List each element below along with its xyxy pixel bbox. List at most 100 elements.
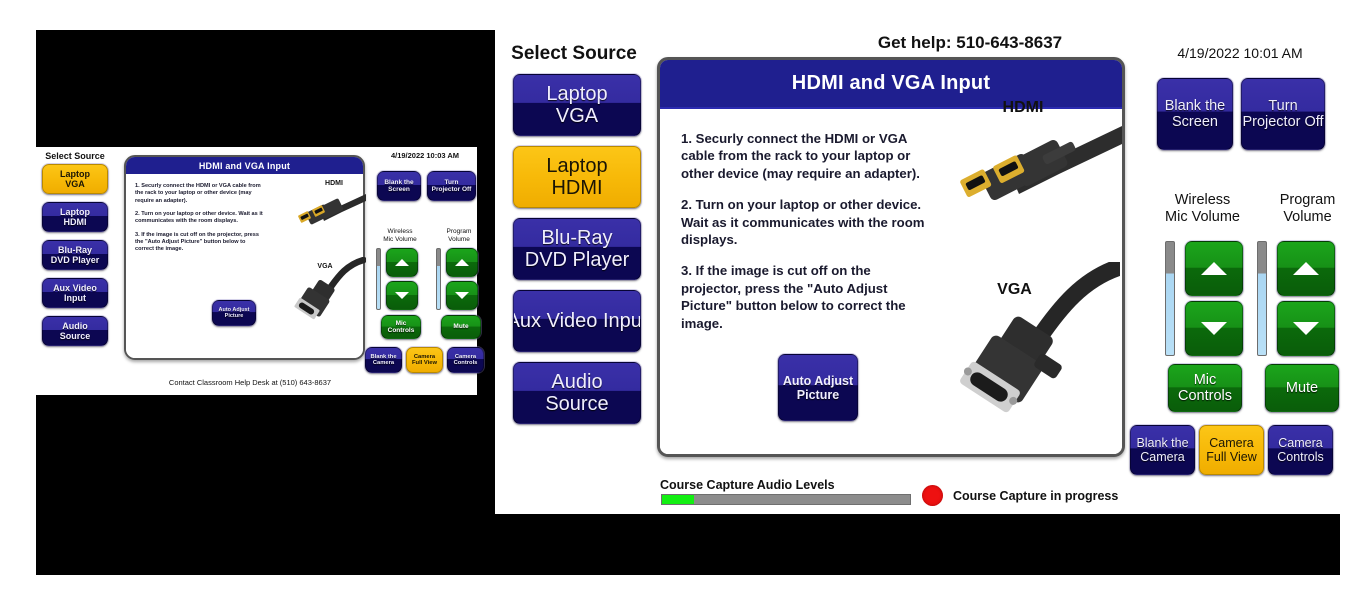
small-select-source-label: Select Source [45, 151, 105, 161]
small-source-laptop-hdmi-line1: Laptop [60, 206, 90, 217]
large-source-button-bluray[interactable]: Blu-Ray DVD Player [513, 218, 641, 280]
small-camera-full-view-button[interactable]: Camera Full View [406, 347, 443, 373]
large-source-laptop-vga-line1: Laptop [546, 82, 608, 105]
large-source-laptop-vga-line2: VGA [555, 105, 599, 127]
small-source-aux-video-line1: Aux Video Input [53, 282, 97, 303]
large-instruction-steps: 1. Securly connect the HDMI or VGA cable… [681, 130, 931, 346]
small-blank-screen-button[interactable]: Blank the Screen [377, 171, 421, 201]
small-mute-button[interactable]: Mute [441, 315, 481, 339]
large-camera-controls-line1: Camera [1278, 436, 1323, 450]
small-source-button-bluray[interactable]: Blu-Ray DVD Player [42, 240, 108, 270]
large-program-volume-slider[interactable] [1257, 241, 1267, 356]
small-step-3: 3. If the image is cut off on the projec… [135, 231, 260, 253]
small-source-bluray-line1: Blu-Ray [57, 244, 92, 255]
small-source-button-laptop-vga[interactable]: Laptop VGA [42, 164, 108, 194]
large-step-1: 1. Securly connect the HDMI or VGA cable… [681, 131, 920, 181]
small-mic-volume-down-button[interactable] [386, 281, 418, 310]
course-capture-status-text: Course Capture in progress [953, 489, 1119, 503]
small-projector-off-line2: Projector Off [431, 186, 472, 193]
small-mic-volume-line1: Wireless [387, 228, 413, 235]
small-datetime: 4/19/2022 10:03 AM [390, 151, 460, 160]
large-help-text: Get help: 510-643-8637 [877, 33, 1063, 52]
large-source-button-laptop-vga[interactable]: Laptop VGA [513, 74, 641, 136]
small-source-button-aux-video[interactable]: Aux Video Input [42, 278, 108, 308]
large-blank-camera-button[interactable]: Blank the Camera [1130, 425, 1195, 475]
small-source-laptop-hdmi-line2: HDMI [63, 217, 87, 227]
large-mic-volume-slider[interactable] [1165, 241, 1175, 356]
small-mic-volume-line2: Mic Volume [383, 235, 417, 243]
small-mic-controls-line2: Controls [387, 327, 415, 334]
large-camera-full-view-line2: Full View [1206, 450, 1257, 464]
large-datetime: 4/19/2022 10:01 AM [1177, 45, 1303, 61]
small-step-2: 2. Turn on your laptop or other device. … [135, 211, 263, 225]
large-source-button-laptop-hdmi[interactable]: Laptop HDMI [513, 146, 641, 208]
small-mic-volume-slider[interactable] [376, 248, 381, 310]
large-mic-volume-line1: Wireless [1174, 192, 1231, 208]
large-audio-levels-label: Course Capture Audio Levels [660, 478, 835, 492]
backdrop-bottom-center [495, 514, 1340, 575]
backdrop-top-left [36, 30, 495, 147]
large-blank-screen-button[interactable]: Blank the Screen [1157, 78, 1233, 150]
large-mic-volume-down-button[interactable] [1185, 301, 1243, 356]
small-hdmi-cable-image [298, 194, 366, 225]
large-program-volume-label: Program Volume [1260, 192, 1355, 226]
small-program-volume-label: Program Volume [432, 228, 486, 243]
large-camera-full-view-button[interactable]: Camera Full View [1199, 425, 1264, 475]
small-mic-controls-button[interactable]: Mic Controls [381, 315, 421, 339]
small-auto-adjust-picture-button[interactable]: Auto Adjust Picture [212, 300, 256, 326]
small-auto-adjust-line2: Picture [224, 313, 244, 319]
large-source-aux-video-line1: Aux Video Input [513, 309, 641, 332]
small-program-volume-line2: Volume [448, 235, 470, 243]
small-program-volume-slider[interactable] [436, 248, 441, 310]
small-touchpanel: Select Source Laptop VGA Laptop HDMI Blu… [36, 147, 484, 395]
large-select-source-label: Select Source [511, 43, 637, 64]
large-projector-off-line2: Projector Off [1242, 114, 1324, 130]
large-program-volume-up-button[interactable] [1277, 241, 1335, 296]
small-auto-adjust-line1: Auto Adjust [218, 306, 250, 313]
large-blank-screen-line1: Blank the [1164, 97, 1226, 114]
small-source-audio-line2: Source [59, 331, 91, 341]
large-mic-volume-up-button[interactable] [1185, 241, 1243, 296]
arrow-down-icon [1201, 322, 1227, 335]
large-mic-controls-button[interactable]: Mic Controls [1168, 364, 1242, 412]
small-projector-off-line1: Turn [444, 178, 459, 186]
small-camera-full-view-line1: Camera [413, 353, 436, 360]
large-source-button-aux-video[interactable]: Aux Video Input [513, 290, 641, 352]
arrow-up-icon [395, 259, 409, 266]
large-step-2: 2. Turn on your laptop or other device. … [681, 197, 925, 247]
large-camera-full-view-line1: Camera [1209, 436, 1254, 450]
small-camera-full-view-line2: Full View [411, 360, 438, 366]
large-mic-controls-line2: Controls [1178, 388, 1232, 404]
large-program-volume-down-button[interactable] [1277, 301, 1335, 356]
large-mute-button[interactable]: Mute [1265, 364, 1339, 412]
small-camera-controls-line1: Camera [454, 353, 477, 360]
small-source-laptop-vga-line2: VGA [65, 179, 85, 189]
small-program-volume-line1: Program [446, 228, 472, 235]
large-hdmi-caption: HDMI [1002, 99, 1044, 116]
small-step-1: 1. Securly connect the HDMI or VGA cable… [135, 183, 261, 204]
small-mic-volume-up-button[interactable] [386, 248, 418, 277]
large-turn-projector-off-button[interactable]: Turn Projector Off [1241, 78, 1325, 150]
arrow-up-icon [1201, 262, 1227, 275]
small-vga-cable-image [294, 257, 366, 320]
large-vga-cable-image [960, 262, 1120, 413]
small-turn-projector-off-button[interactable]: Turn Projector Off [427, 171, 476, 201]
large-source-button-audio[interactable]: Audio Source [513, 362, 641, 424]
large-touchpanel: Select Source Get help: 510-643-8637 4/1… [495, 0, 1340, 514]
large-wireless-mic-volume-label: Wireless Mic Volume [1150, 192, 1255, 226]
small-camera-controls-button[interactable]: Camera Controls [447, 347, 484, 373]
large-blank-camera-line1: Blank the [1136, 436, 1189, 450]
large-program-volume-line2: Volume [1283, 208, 1332, 225]
small-source-button-laptop-hdmi[interactable]: Laptop HDMI [42, 202, 108, 232]
small-program-volume-down-button[interactable] [446, 281, 478, 310]
small-blank-camera-line1: Blank the [370, 353, 397, 360]
small-program-volume-up-button[interactable] [446, 248, 478, 277]
small-instruction-steps: 1. Securly connect the HDMI or VGA cable… [135, 183, 263, 260]
large-auto-adjust-line2: Picture [796, 387, 840, 402]
large-auto-adjust-picture-button[interactable]: Auto Adjust Picture [778, 354, 858, 421]
small-source-button-audio[interactable]: Audio Source [42, 316, 108, 346]
arrow-up-icon [455, 259, 469, 266]
large-camera-controls-button[interactable]: Camera Controls [1268, 425, 1333, 475]
small-blank-camera-button[interactable]: Blank the Camera [365, 347, 402, 373]
course-capture-audio-meter-fill [662, 495, 695, 504]
